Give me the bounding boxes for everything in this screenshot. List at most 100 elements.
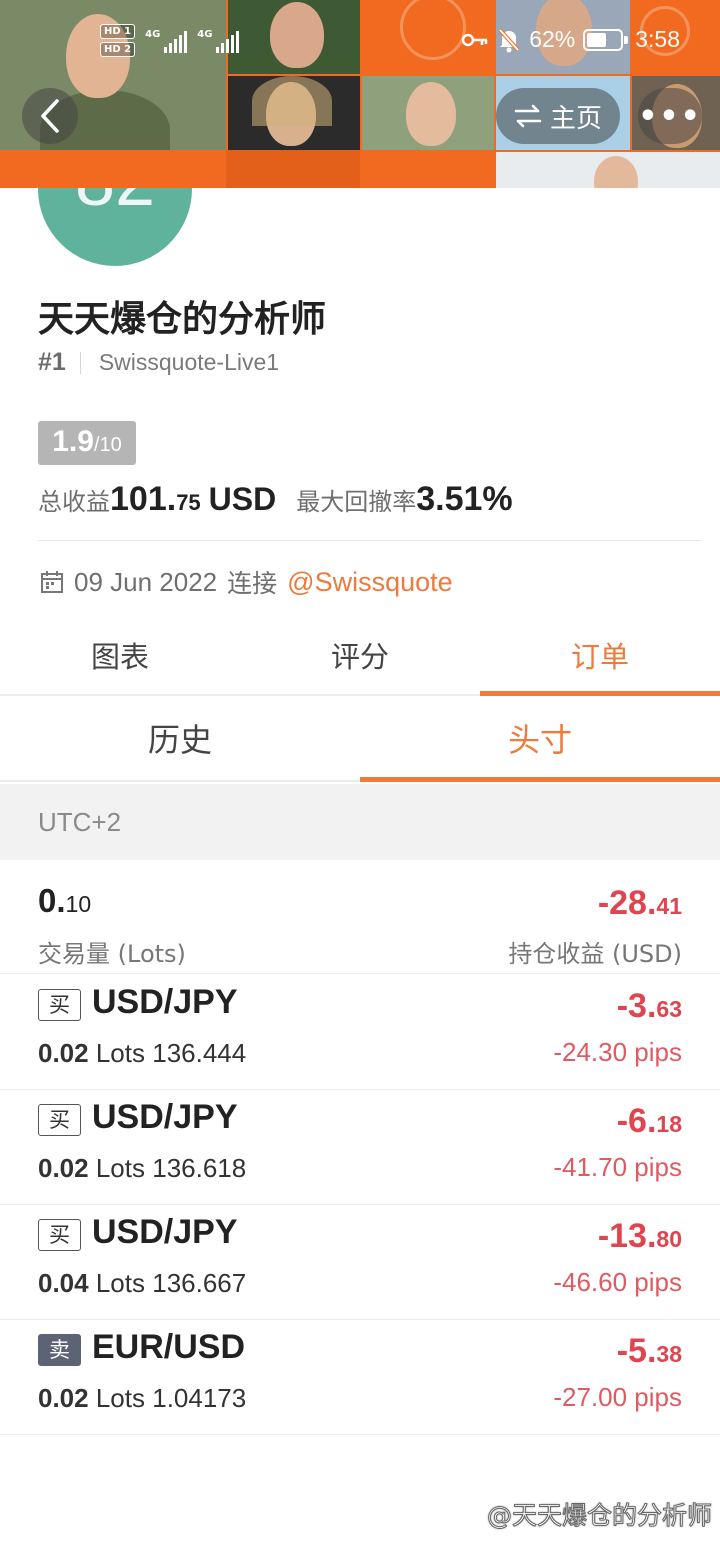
- currency-pair: EUR/USD: [92, 1328, 246, 1366]
- banner-photo-3: [228, 76, 360, 150]
- profit-int: -3.: [616, 987, 657, 1025]
- profit-dec: 63: [656, 996, 682, 1022]
- hd2-label: HD 2: [100, 42, 136, 57]
- side-badge: 买: [38, 1104, 81, 1136]
- lots-unit: Lots: [95, 1038, 145, 1068]
- network-label: 4G: [145, 28, 161, 40]
- volume-value: 0.10: [38, 882, 91, 920]
- lots-unit: Lots: [95, 1153, 145, 1183]
- profit-dec: 18: [656, 1111, 682, 1137]
- rank: #1: [38, 348, 66, 376]
- positions-summary: 0.10 交易量 (Lots) -28.41 持仓收益 (USD): [0, 860, 720, 974]
- position-detail: 0.04 Lots 136.667: [38, 1268, 246, 1299]
- score-value: 1.9: [52, 425, 94, 458]
- side-badge: 买: [38, 1219, 81, 1251]
- broker-link[interactable]: @Swissquote: [287, 567, 452, 598]
- watermark: @天天爆仓的分析师: [459, 1496, 713, 1532]
- tab-rating[interactable]: 评分: [240, 618, 480, 694]
- battery-icon: [583, 28, 629, 51]
- max-drawdown-value: 3.51%: [416, 480, 513, 518]
- chevron-left-icon: [41, 99, 59, 133]
- position-detail: 0.02 Lots 136.618: [38, 1153, 246, 1184]
- position-profit: -13.80: [598, 1217, 682, 1256]
- status-left: HD 1 HD 2 4G 4G: [100, 24, 240, 57]
- banner-strip: [226, 150, 360, 188]
- max-drawdown-label: 最大回撤率: [296, 488, 417, 516]
- total-profit-label: 总收益: [38, 488, 110, 516]
- lots: 0.02: [38, 1153, 89, 1183]
- key-icon: [461, 33, 488, 46]
- position-pips: -27.00 pips: [553, 1382, 682, 1412]
- hd-indicator: HD 1 HD 2: [100, 24, 136, 57]
- pnl-dec: 41: [656, 893, 682, 919]
- header-banner: HD 1 HD 2 4G 4G 62% 3:58 主页 •••: [0, 0, 720, 188]
- watermark-text: @天天爆仓的分析师: [486, 1501, 712, 1531]
- side-badge: 卖: [38, 1334, 81, 1366]
- banner-photo-4: [362, 76, 494, 150]
- volume-int: 0.: [38, 882, 66, 919]
- network-label: 4G: [197, 28, 213, 40]
- broker-account: Swissquote-Live1: [98, 349, 280, 375]
- calendar-icon: [41, 571, 63, 593]
- tab-history[interactable]: 历史: [0, 698, 360, 780]
- currency-pair: USD/JPY: [92, 983, 238, 1021]
- mute-bell-icon: [498, 28, 520, 52]
- tab-chart[interactable]: 图表: [0, 618, 240, 694]
- side-badge: 买: [38, 989, 81, 1021]
- connect-line: 09 Jun 2022 连接 @Swissquote: [40, 564, 453, 600]
- lots-unit: Lots: [95, 1268, 145, 1298]
- more-icon: •••: [638, 98, 702, 134]
- hd1-label: HD 1: [100, 24, 136, 39]
- profit-dec: 80: [656, 1226, 682, 1252]
- position-row[interactable]: 卖 EUR/USD 0.02 Lots 1.04173 -5.38 -27.00…: [0, 1320, 720, 1435]
- lots: 0.02: [38, 1038, 89, 1068]
- position-detail: 0.02 Lots 1.04173: [38, 1383, 246, 1414]
- pnl-int: -28.: [597, 884, 657, 922]
- main-tabs: 图表 评分 订单: [0, 618, 720, 696]
- connect-label: 连接: [227, 569, 278, 598]
- profile-name: 天天爆仓的分析师: [38, 299, 327, 340]
- back-button[interactable]: [22, 88, 78, 144]
- total-profit-unit: USD: [208, 481, 277, 517]
- tab-positions[interactable]: 头寸: [360, 698, 720, 782]
- profit-int: -5.: [616, 1332, 657, 1370]
- position-pips: -46.60 pips: [553, 1267, 682, 1297]
- volume-dec: 10: [65, 891, 92, 917]
- currency-pair: USD/JPY: [92, 1098, 238, 1136]
- open-price: 136.618: [152, 1153, 247, 1183]
- tab-orders[interactable]: 订单: [480, 618, 720, 696]
- home-button[interactable]: 主页: [496, 88, 620, 144]
- divider: [79, 351, 81, 374]
- stats-line: 总收益 101.75 USD 最大回撤率 3.51%: [38, 480, 513, 519]
- timezone-label: UTC+2: [0, 784, 720, 860]
- switch-icon: [514, 104, 542, 128]
- total-profit-value: 101.75: [110, 480, 201, 519]
- position-row[interactable]: 买 USD/JPY 0.02 Lots 136.444 -3.63 -24.30…: [0, 975, 720, 1090]
- profit-int: -6.: [616, 1102, 657, 1140]
- sub-tabs: 历史 头寸: [0, 698, 720, 782]
- connect-date: 09 Jun 2022: [74, 566, 218, 597]
- currency-pair: USD/JPY: [92, 1213, 238, 1251]
- banner-photo-8: [496, 152, 720, 188]
- position-row[interactable]: 买 USD/JPY 0.02 Lots 136.618 -6.18 -41.70…: [0, 1090, 720, 1205]
- position-row[interactable]: 买 USD/JPY 0.04 Lots 136.667 -13.80 -46.6…: [0, 1205, 720, 1320]
- open-price: 136.667: [152, 1268, 247, 1298]
- open-price: 1.04173: [152, 1383, 247, 1413]
- total-profit-int: 101.: [110, 480, 177, 518]
- floating-pnl-label: 持仓收益 (USD): [508, 940, 682, 968]
- clock: 3:58: [635, 26, 680, 52]
- rank-line: #1 Swissquote-Live1: [38, 348, 279, 377]
- open-price: 136.444: [152, 1038, 247, 1068]
- position-profit: -5.38: [617, 1332, 682, 1371]
- lots-unit: Lots: [95, 1383, 145, 1413]
- brand-logo-icon: [463, 1501, 479, 1527]
- position-pips: -24.30 pips: [553, 1037, 682, 1067]
- more-button[interactable]: •••: [638, 88, 702, 144]
- position-pips: -41.70 pips: [553, 1152, 682, 1182]
- volume-label: 交易量 (Lots): [38, 940, 186, 968]
- status-right: 62% 3:58: [461, 26, 680, 53]
- home-label: 主页: [549, 103, 602, 134]
- lots: 0.04: [38, 1268, 89, 1298]
- position-profit: -3.63: [617, 987, 682, 1026]
- profit-dec: 38: [656, 1341, 682, 1367]
